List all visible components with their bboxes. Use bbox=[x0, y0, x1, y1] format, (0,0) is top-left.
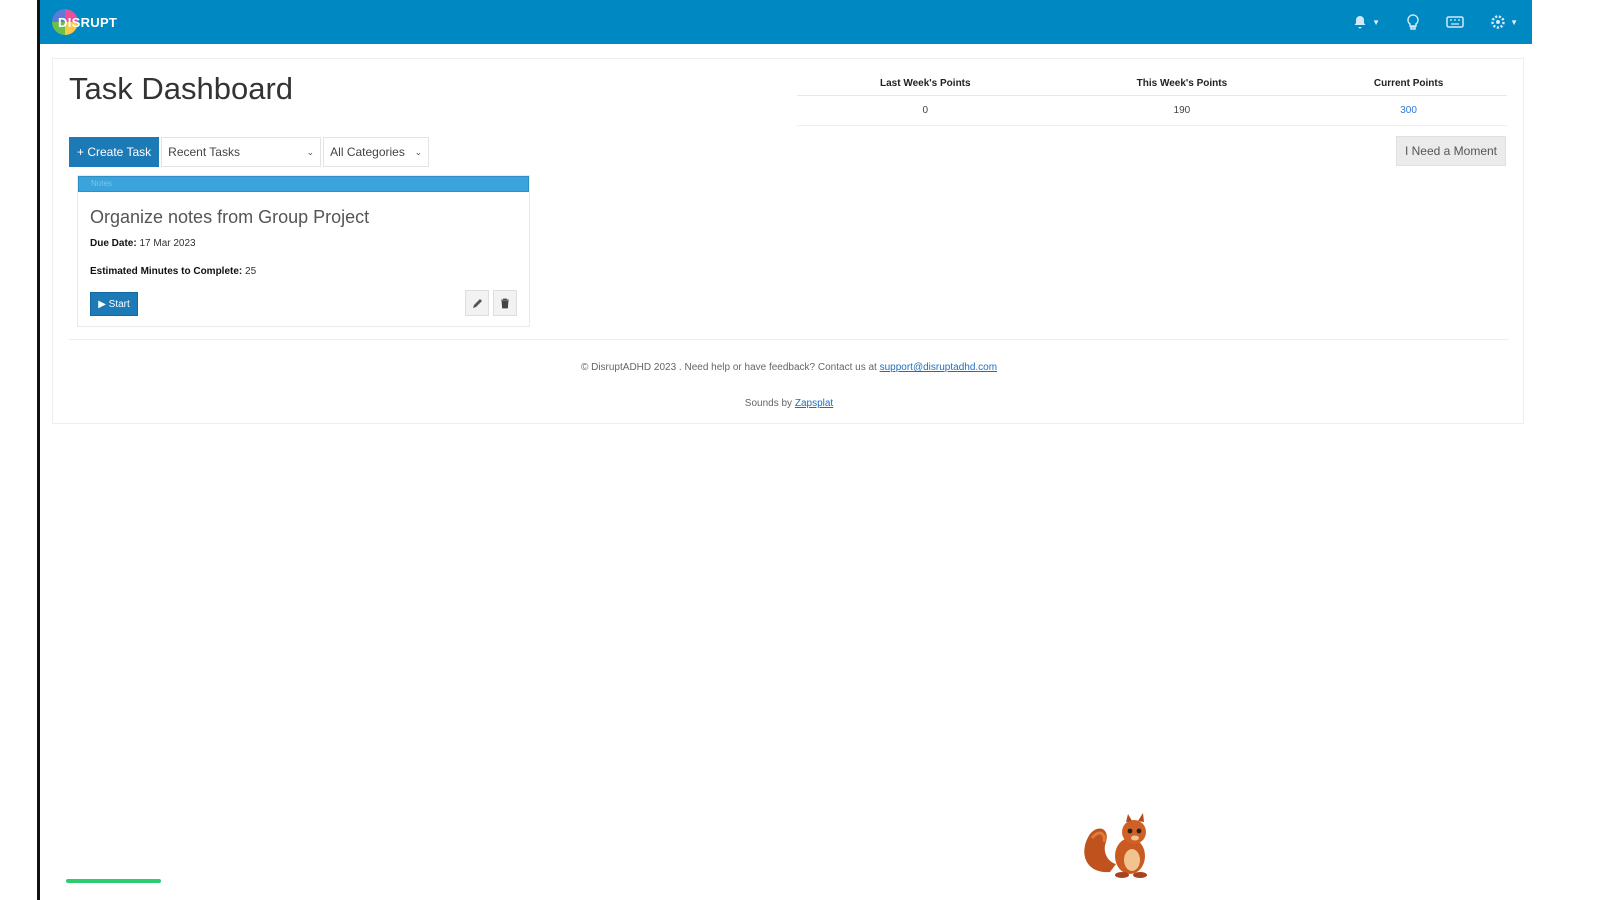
estimate-value: 25 bbox=[245, 266, 257, 277]
keyboard-icon bbox=[1446, 16, 1464, 28]
task-category-header: Notes bbox=[78, 176, 529, 192]
points-value-current[interactable]: 300 bbox=[1310, 95, 1507, 126]
chevron-down-icon: ▼ bbox=[1372, 17, 1381, 27]
points-header-current: Current Points bbox=[1310, 73, 1507, 96]
points-header-last-week: Last Week's Points bbox=[797, 73, 1054, 96]
due-date-value: 17 Mar 2023 bbox=[139, 238, 196, 249]
footer-copyright-text: © DisruptADHD 2023 . Need help or have f… bbox=[580, 362, 880, 373]
estimate-label: Estimated Minutes to Complete: bbox=[90, 266, 243, 277]
logo[interactable]: DISRUPT bbox=[52, 9, 117, 35]
logo-text: DISRUPT bbox=[58, 14, 118, 30]
category-value: All Categories bbox=[330, 145, 405, 159]
task-due-date: Due Date: 17 Mar 2023 bbox=[90, 238, 196, 249]
task-estimate: Estimated Minutes to Complete: 25 bbox=[90, 266, 256, 277]
edit-task-button[interactable] bbox=[465, 290, 489, 316]
status-indicator-bar bbox=[66, 879, 161, 883]
page-title: Task Dashboard bbox=[69, 71, 294, 106]
footer-credits: Sounds by Zapsplat bbox=[53, 398, 1525, 409]
footer-divider bbox=[69, 339, 1509, 340]
chevron-down-icon: ⌄ bbox=[306, 146, 315, 157]
dashboard-panel: Task Dashboard Last Week's Points This W… bbox=[52, 58, 1524, 424]
top-navbar: DISRUPT ▼ ▼ bbox=[40, 0, 1532, 44]
task-card: Notes Organize notes from Group Project … bbox=[77, 175, 530, 327]
points-value-this-week: 190 bbox=[1053, 95, 1311, 126]
create-task-button[interactable]: + Create Task bbox=[69, 137, 160, 167]
chevron-down-icon: ⌄ bbox=[414, 146, 423, 157]
keyboard-button[interactable] bbox=[1446, 15, 1464, 29]
support-email-link[interactable]: support@disruptadhd.com bbox=[880, 362, 997, 373]
gear-icon bbox=[1491, 15, 1505, 29]
bell-icon bbox=[1354, 16, 1366, 29]
recent-tasks-value: Recent Tasks bbox=[168, 145, 240, 159]
settings-dropdown[interactable]: ▼ bbox=[1490, 14, 1518, 30]
notifications-dropdown[interactable]: ▼ bbox=[1352, 14, 1380, 30]
footer-copyright: © DisruptADHD 2023 . Need help or have f… bbox=[53, 362, 1525, 373]
trash-icon bbox=[501, 298, 509, 308]
category-select[interactable]: All Categories ⌄ bbox=[323, 137, 430, 167]
points-value-last-week: 0 bbox=[797, 95, 1054, 126]
squirrel-mascot[interactable] bbox=[1080, 812, 1160, 878]
lightbulb-icon bbox=[1407, 14, 1419, 30]
task-toolbar: + Create Task Recent Tasks ⌄ All Categor… bbox=[69, 137, 430, 167]
chevron-down-icon: ▼ bbox=[1510, 17, 1518, 27]
task-title: Organize notes from Group Project bbox=[90, 207, 370, 227]
recent-tasks-select[interactable]: Recent Tasks ⌄ bbox=[161, 137, 322, 167]
window-edge bbox=[37, 0, 40, 900]
nav-icons: ▼ ▼ bbox=[1352, 14, 1518, 30]
points-table: Last Week's Points This Week's Points Cu… bbox=[797, 73, 1507, 126]
ideas-button[interactable] bbox=[1406, 14, 1420, 30]
start-task-button[interactable]: ▶ Start bbox=[90, 292, 138, 316]
due-date-label: Due Date: bbox=[90, 238, 137, 249]
zapsplat-link[interactable]: Zapsplat bbox=[795, 398, 833, 409]
pencil-icon bbox=[472, 298, 482, 308]
delete-task-button[interactable] bbox=[493, 290, 517, 316]
points-header-this-week: This Week's Points bbox=[1053, 73, 1311, 96]
need-a-moment-button[interactable]: I Need a Moment bbox=[1395, 136, 1506, 166]
footer-credits-text: Sounds by bbox=[744, 398, 795, 409]
